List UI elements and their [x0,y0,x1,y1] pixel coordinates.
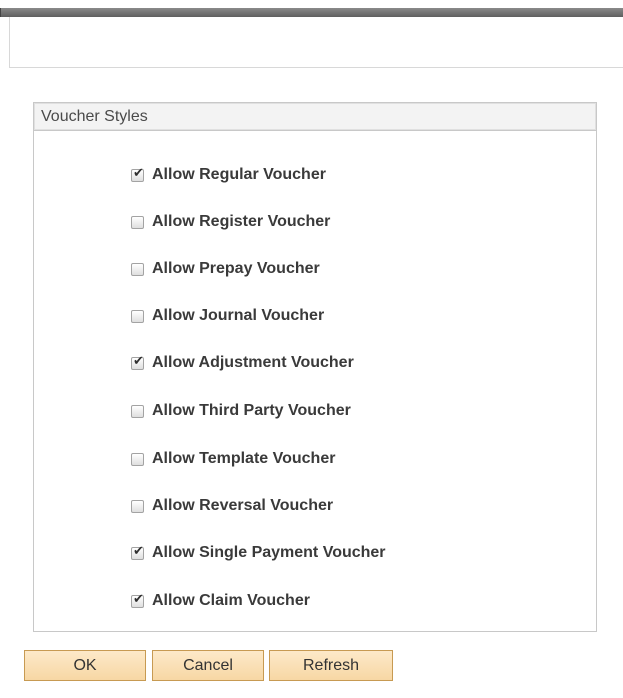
dialog-header-area [9,17,623,68]
checkbox[interactable]: ✔ [131,591,144,608]
checkbox[interactable] [131,215,144,229]
checkmark-icon: ✔ [133,543,144,559]
checkmark-icon: ✔ [133,165,144,181]
checkbox[interactable] [131,499,144,513]
option-label: Allow Claim Voucher [152,592,310,609]
allow-third-party-voucher-option[interactable]: Allow Third Party Voucher [131,401,351,421]
checkbox[interactable]: ✔ [131,353,144,370]
refresh-button[interactable]: Refresh [269,650,393,681]
option-label: Allow Single Payment Voucher [152,544,386,561]
checkmark-icon: ✔ [133,353,144,369]
option-label: Allow Reversal Voucher [152,497,334,514]
checkbox[interactable]: ✔ [131,165,144,182]
voucher-styles-dialog: Voucher Styles ✔ Allow Regular Voucher A… [0,0,623,698]
allow-claim-voucher-option[interactable]: ✔ Allow Claim Voucher [131,591,310,611]
checkmark-icon: ✔ [133,591,144,607]
cancel-button[interactable]: Cancel [152,650,264,681]
option-label: Allow Journal Voucher [152,307,325,324]
option-label: Allow Register Voucher [152,213,331,230]
allow-journal-voucher-option[interactable]: Allow Journal Voucher [131,306,324,326]
option-label: Allow Regular Voucher [152,166,326,183]
checkbox[interactable] [131,262,144,276]
option-label: Allow Prepay Voucher [152,260,320,277]
checkbox[interactable] [131,404,144,418]
option-label: Allow Third Party Voucher [152,402,351,419]
voucher-styles-group: Voucher Styles ✔ Allow Regular Voucher A… [33,102,597,632]
allow-reversal-voucher-option[interactable]: Allow Reversal Voucher [131,496,333,516]
allow-regular-voucher-option[interactable]: ✔ Allow Regular Voucher [131,165,326,185]
allow-adjustment-voucher-option[interactable]: ✔ Allow Adjustment Voucher [131,353,354,373]
option-label: Allow Adjustment Voucher [152,354,354,371]
option-label: Allow Template Voucher [152,450,336,467]
allow-template-voucher-option[interactable]: Allow Template Voucher [131,449,335,469]
checkbox[interactable]: ✔ [131,543,144,560]
allow-register-voucher-option[interactable]: Allow Register Voucher [131,212,330,232]
ok-button[interactable]: OK [24,650,146,681]
allow-prepay-voucher-option[interactable]: Allow Prepay Voucher [131,259,320,279]
allow-single-payment-voucher-option[interactable]: ✔ Allow Single Payment Voucher [131,543,386,563]
checkbox[interactable] [131,309,144,323]
checkbox[interactable] [131,452,144,466]
group-title: Voucher Styles [34,103,596,131]
window-top-bar [0,8,623,17]
